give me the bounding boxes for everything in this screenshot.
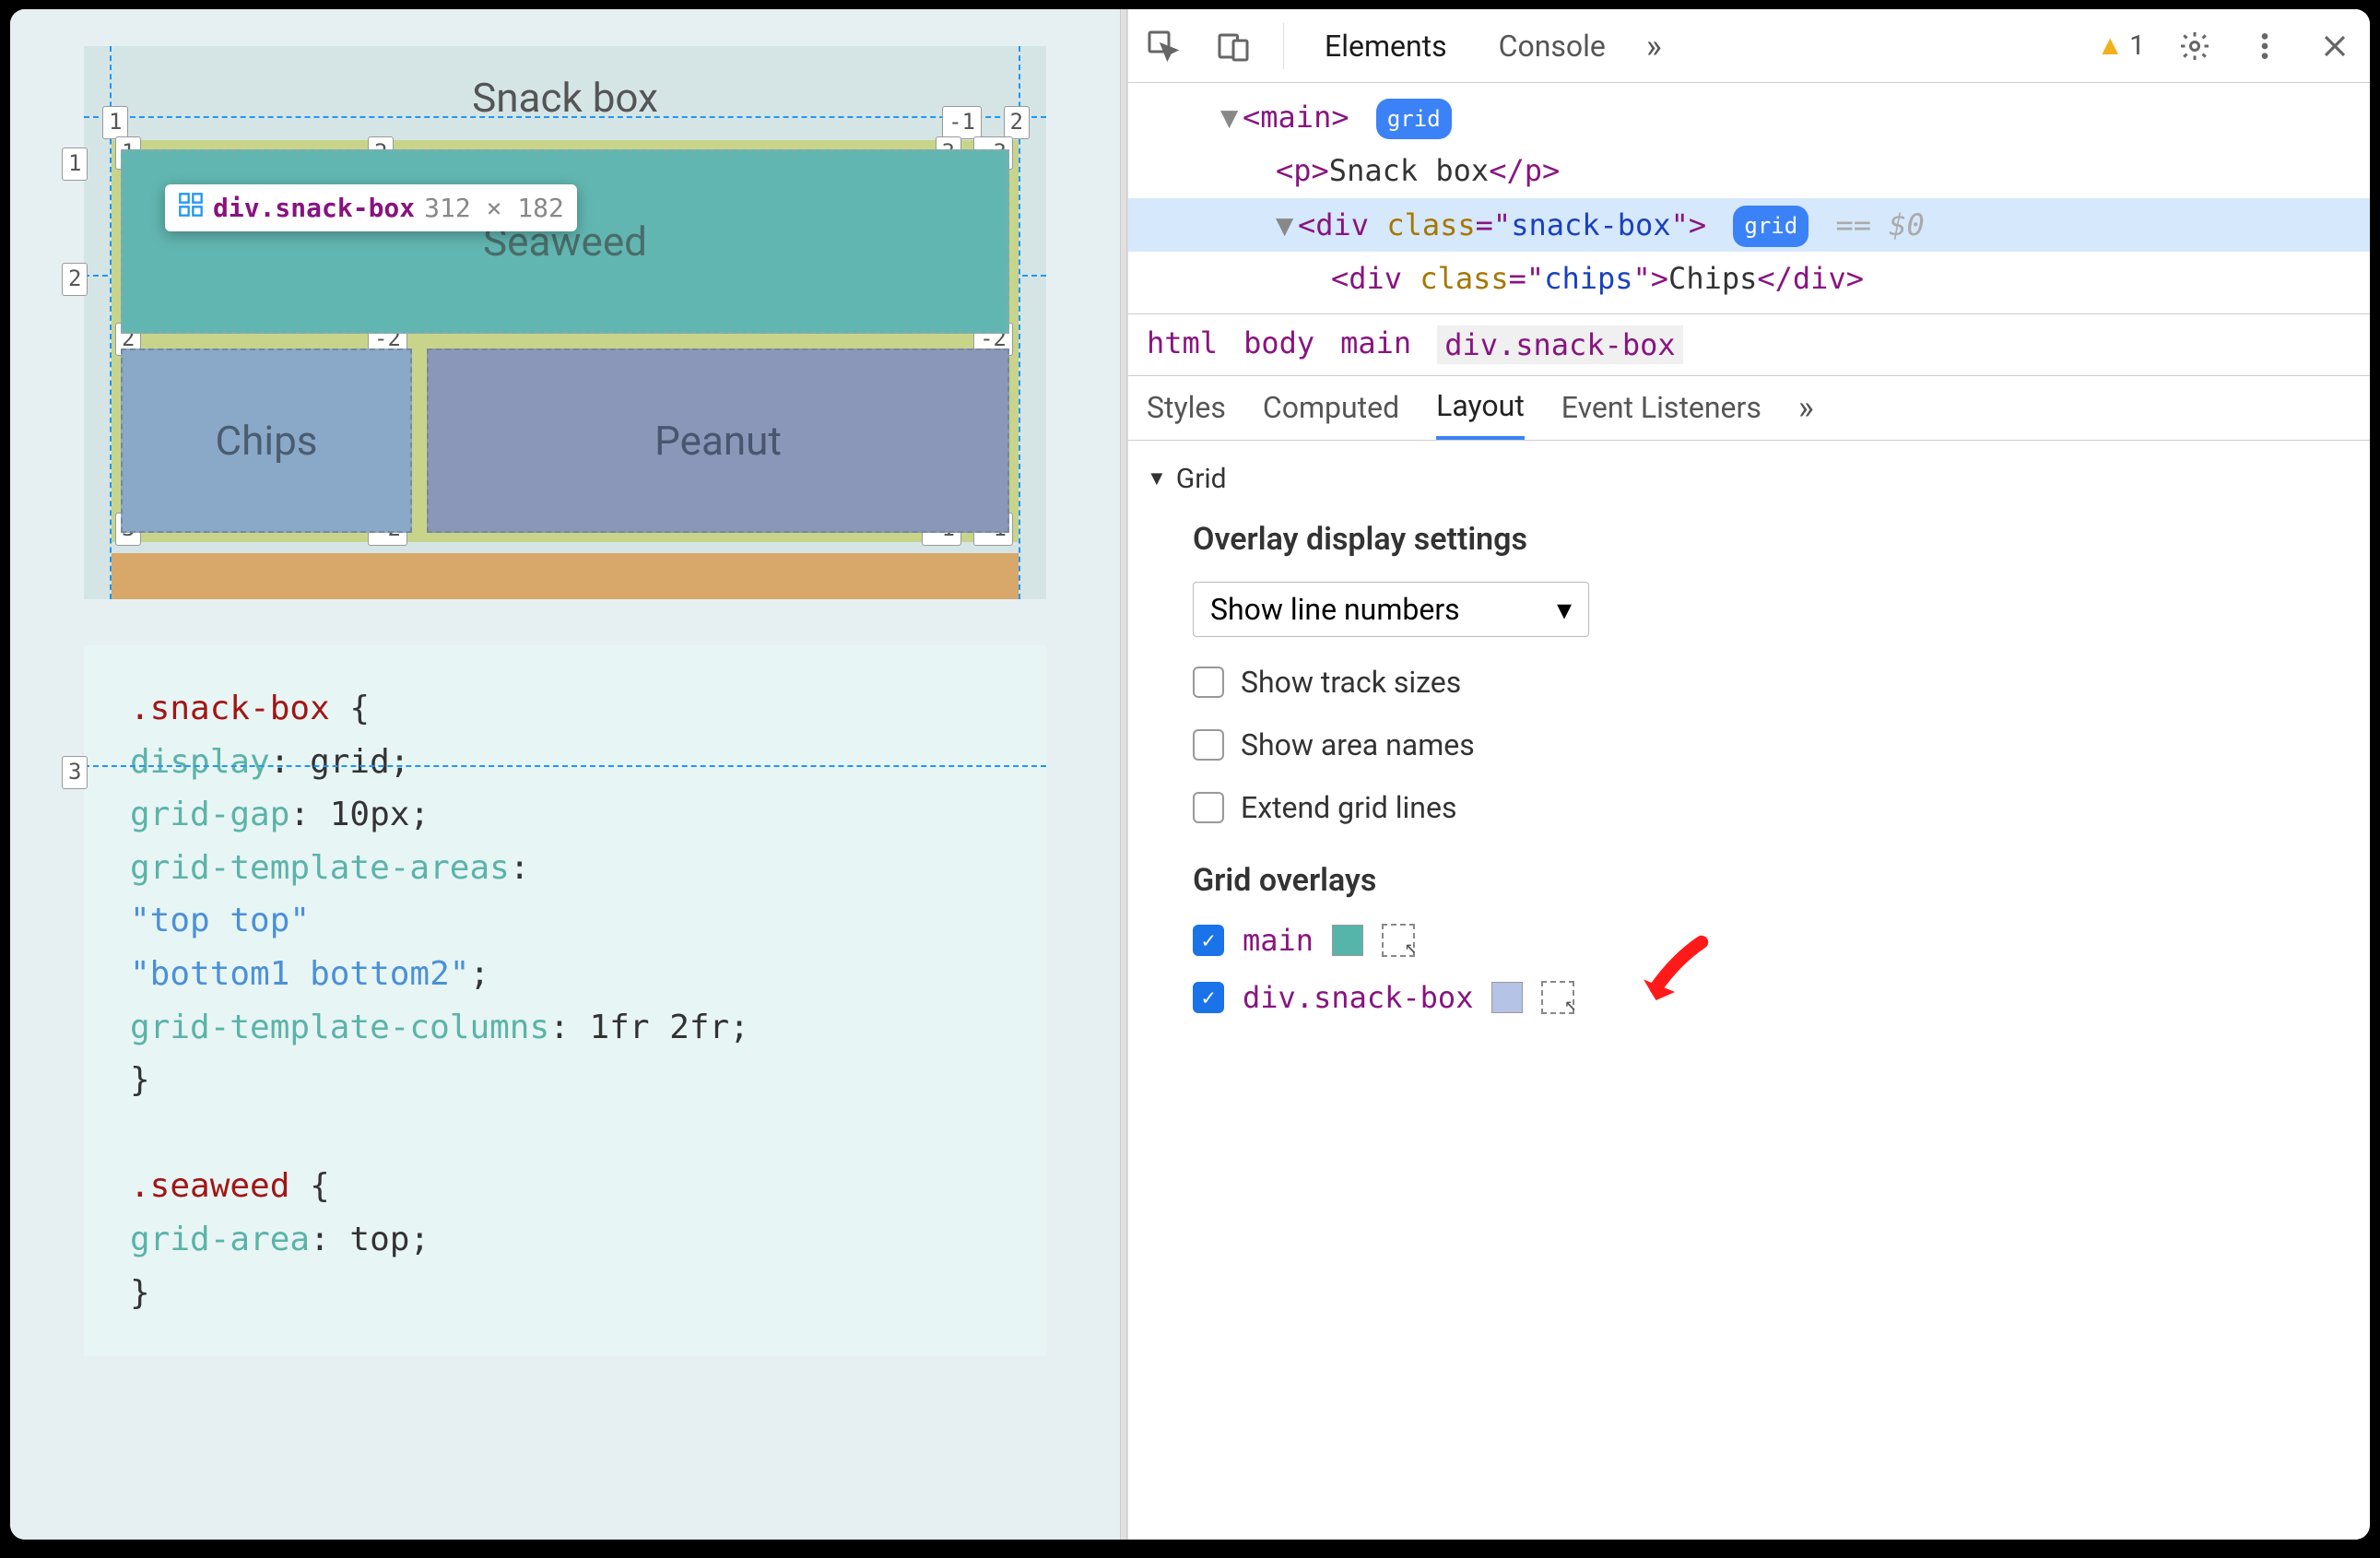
checkbox-label: Extend grid lines bbox=[1241, 790, 1456, 825]
close-icon[interactable] bbox=[2315, 26, 2355, 66]
dom-breadcrumb: html body main div.snack-box bbox=[1128, 313, 2370, 376]
subtab-computed[interactable]: Computed bbox=[1263, 375, 1399, 440]
color-swatch[interactable] bbox=[1491, 982, 1523, 1013]
grid-line-horizontal bbox=[84, 116, 1046, 118]
tab-elements[interactable]: Elements bbox=[1314, 9, 1458, 83]
devtools-pane: Elements Console » ▲ 1 ▼<main> grid bbox=[1127, 9, 2370, 1540]
breadcrumb-item[interactable]: body bbox=[1243, 325, 1314, 364]
grid-cell-peanut[interactable]: Peanut bbox=[427, 348, 1009, 533]
preview-heading: Snack box bbox=[112, 74, 1019, 122]
breadcrumb-item[interactable]: main bbox=[1340, 325, 1411, 364]
checkbox-icon bbox=[1193, 729, 1224, 761]
overlay-label: div.snack-box bbox=[1243, 980, 1473, 1015]
grid-line-horizontal bbox=[84, 765, 1046, 767]
grid-line-label: 2 bbox=[62, 263, 88, 296]
grid-line-label: -1 bbox=[942, 106, 982, 139]
element-row-div-snack-box[interactable]: ••• ▼<div class="snack-box"> grid == $0 bbox=[1128, 198, 2370, 252]
grid-line-label: 2 bbox=[1004, 106, 1030, 139]
checkbox-extend-grid-lines[interactable]: Extend grid lines bbox=[1193, 790, 2305, 825]
device-toggle-icon[interactable] bbox=[1213, 26, 1254, 66]
kebab-menu-icon[interactable] bbox=[2245, 26, 2285, 66]
inspect-element-icon[interactable] bbox=[1143, 26, 1184, 66]
chevron-down-icon: ▾ bbox=[1557, 592, 1572, 627]
subtab-layout[interactable]: Layout bbox=[1436, 375, 1525, 440]
element-row-p[interactable]: <p>Snack box</p> bbox=[1128, 144, 2370, 197]
elements-tree[interactable]: ▼<main> grid <p>Snack box</p> ••• ▼<div … bbox=[1128, 83, 2370, 313]
element-row-div-chips[interactable]: <div class="chips">Chips</div> bbox=[1128, 252, 2370, 305]
pane-resizer[interactable] bbox=[1120, 9, 1127, 1540]
grid-overlay-main[interactable]: ✓ main bbox=[1193, 923, 2305, 958]
css-code-block: .snack-box { display: grid; grid-gap: 10… bbox=[84, 645, 1046, 1356]
checkbox-show-area-names[interactable]: Show area names bbox=[1193, 727, 2305, 762]
overlay-label: main bbox=[1243, 923, 1314, 958]
gear-icon[interactable] bbox=[2174, 26, 2215, 66]
element-row-main[interactable]: ▼<main> grid bbox=[1128, 90, 2370, 144]
rendered-page-pane: 1 -1 2 1 2 3 Snack box 1 2 3 -3 2 -2 -2 … bbox=[10, 9, 1120, 1540]
checkbox-icon bbox=[1193, 667, 1224, 698]
checkbox-label: Show track sizes bbox=[1241, 665, 1461, 700]
warning-icon: ▲ bbox=[2096, 30, 2124, 62]
annotation-arrow-icon bbox=[1635, 934, 1718, 1017]
grid-badge[interactable]: grid bbox=[1733, 206, 1809, 247]
subtab-overflow-button[interactable]: » bbox=[1798, 388, 1814, 427]
grid-icon bbox=[178, 192, 204, 224]
line-numbers-select[interactable]: Show line numbers ▾ bbox=[1193, 582, 1589, 637]
styles-subtabs: Styles Computed Layout Event Listeners » bbox=[1128, 376, 2370, 441]
grid-badge[interactable]: grid bbox=[1376, 99, 1452, 140]
devtools-toolbar: Elements Console » ▲ 1 bbox=[1128, 9, 2370, 83]
checkbox-icon bbox=[1193, 792, 1224, 823]
breadcrumb-item[interactable]: html bbox=[1147, 325, 1218, 364]
checkbox-icon: ✓ bbox=[1193, 925, 1224, 956]
grid-cell-seaweed[interactable]: Seaweed bbox=[121, 149, 1009, 334]
layout-section-header[interactable]: ▼ Grid bbox=[1128, 455, 2370, 502]
tab-overflow-button[interactable]: » bbox=[1646, 27, 1662, 65]
tooltip-selector: div.snack-box bbox=[213, 193, 415, 223]
color-swatch[interactable] bbox=[1332, 925, 1363, 956]
grid-overlay-snack-box[interactable]: ✓ div.snack-box bbox=[1193, 980, 2305, 1015]
triangle-down-icon: ▼ bbox=[1147, 466, 1167, 490]
warning-count: 1 bbox=[2129, 30, 2145, 62]
grid-line-label: 3 bbox=[62, 756, 88, 789]
overlay-settings-heading: Overlay display settings bbox=[1193, 521, 2305, 558]
tooltip-dimensions: 312 × 182 bbox=[424, 193, 564, 223]
layout-panel: ▼ Grid Overlay display settings Show lin… bbox=[1128, 441, 2370, 1540]
grid-line-label: 1 bbox=[62, 148, 88, 181]
subtab-event-listeners[interactable]: Event Listeners bbox=[1561, 375, 1761, 440]
console-ref: == $0 bbox=[1835, 207, 1924, 242]
warnings-badge[interactable]: ▲ 1 bbox=[2096, 30, 2145, 62]
grid-overlays-heading: Grid overlays bbox=[1193, 862, 2305, 899]
reveal-element-icon[interactable] bbox=[1382, 924, 1415, 957]
select-value: Show line numbers bbox=[1210, 592, 1460, 627]
reveal-element-icon[interactable] bbox=[1541, 981, 1574, 1014]
checkbox-show-track-sizes[interactable]: Show track sizes bbox=[1193, 665, 2305, 700]
breadcrumb-item[interactable]: div.snack-box bbox=[1437, 325, 1682, 364]
grid-cell-chips[interactable]: Chips bbox=[121, 348, 412, 533]
checkbox-icon: ✓ bbox=[1193, 982, 1224, 1013]
grid-line-label: 1 bbox=[102, 106, 128, 139]
tab-console[interactable]: Console bbox=[1488, 9, 1617, 83]
element-inspect-tooltip: div.snack-box 312 × 182 bbox=[165, 184, 577, 231]
section-label: Grid bbox=[1176, 463, 1227, 495]
subtab-styles[interactable]: Styles bbox=[1147, 375, 1226, 440]
checkbox-label: Show area names bbox=[1241, 727, 1475, 762]
bottom-bar bbox=[112, 553, 1019, 599]
